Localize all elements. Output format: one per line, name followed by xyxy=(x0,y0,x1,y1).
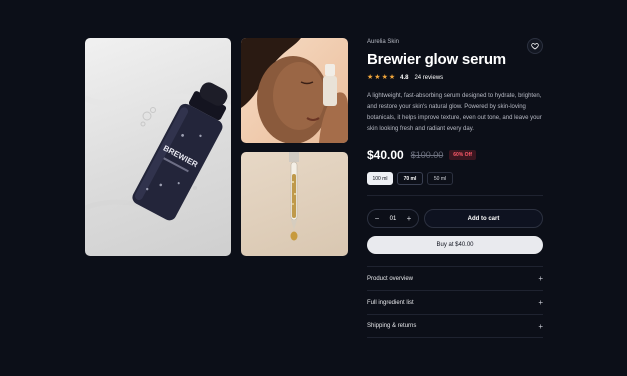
product-image-dropper[interactable] xyxy=(241,152,348,256)
review-count[interactable]: 24 reviews xyxy=(414,75,443,81)
quantity-value: 01 xyxy=(389,215,397,222)
brand-name: Aurelia Skin xyxy=(367,39,400,45)
star-icon: ★ xyxy=(381,74,388,81)
accordion-product-overview[interactable]: Product overview + xyxy=(367,266,543,290)
heart-icon xyxy=(531,43,539,50)
product-info: Aurelia Skin Brewier glow serum ★ ★ ★ ★ … xyxy=(367,38,543,338)
increase-quantity-button[interactable]: + xyxy=(405,214,413,223)
accordion-label: Full ingredient list xyxy=(367,299,414,306)
plus-icon[interactable]: + xyxy=(538,322,543,331)
size-option-100ml[interactable]: 100 ml xyxy=(367,172,393,185)
cart-row: − 01 + Add to cart xyxy=(367,209,543,228)
accordion-shipping-returns[interactable]: Shipping & returns + xyxy=(367,314,543,338)
decrease-quantity-button[interactable]: − xyxy=(373,214,381,223)
star-rating: ★ ★ ★ ★ xyxy=(367,74,395,81)
buy-now-button[interactable]: Buy at $40.00 xyxy=(367,236,543,254)
size-option-50ml[interactable]: 50 ml xyxy=(427,172,453,185)
plus-icon[interactable]: + xyxy=(538,298,543,307)
plus-icon[interactable]: + xyxy=(538,274,543,283)
product-accordion: Product overview + Full ingredient list … xyxy=(367,266,543,338)
quantity-stepper: − 01 + xyxy=(367,209,419,228)
accordion-label: Product overview xyxy=(367,275,414,282)
current-price: $40.00 xyxy=(367,148,404,162)
add-to-cart-button[interactable]: Add to cart xyxy=(424,209,543,228)
rating-value: 4.8 xyxy=(400,74,409,81)
product-title: Brewier glow serum xyxy=(367,51,506,68)
wishlist-button[interactable] xyxy=(527,38,543,54)
size-selector: 100 ml 70 ml 50 ml xyxy=(367,172,543,185)
discount-badge: 60% Off xyxy=(449,150,476,160)
size-option-70ml[interactable]: 70 ml xyxy=(397,172,423,185)
star-icon: ★ xyxy=(367,74,374,81)
product-image-bottle[interactable]: BREWIER xyxy=(85,38,231,256)
accordion-ingredients[interactable]: Full ingredient list + xyxy=(367,290,543,314)
product-image-model[interactable] xyxy=(241,38,348,143)
divider xyxy=(367,195,543,196)
price-row: $40.00 $100.00 60% Off xyxy=(367,148,543,162)
accordion-label: Shipping & returns xyxy=(367,323,417,329)
star-icon: ★ xyxy=(388,74,396,81)
rating-row: ★ ★ ★ ★ 4.8 24 reviews xyxy=(367,73,543,82)
star-icon: ★ xyxy=(374,74,381,81)
product-description: A lightweight, fast-absorbing serum desi… xyxy=(367,93,542,132)
original-price: $100.00 xyxy=(410,150,444,160)
